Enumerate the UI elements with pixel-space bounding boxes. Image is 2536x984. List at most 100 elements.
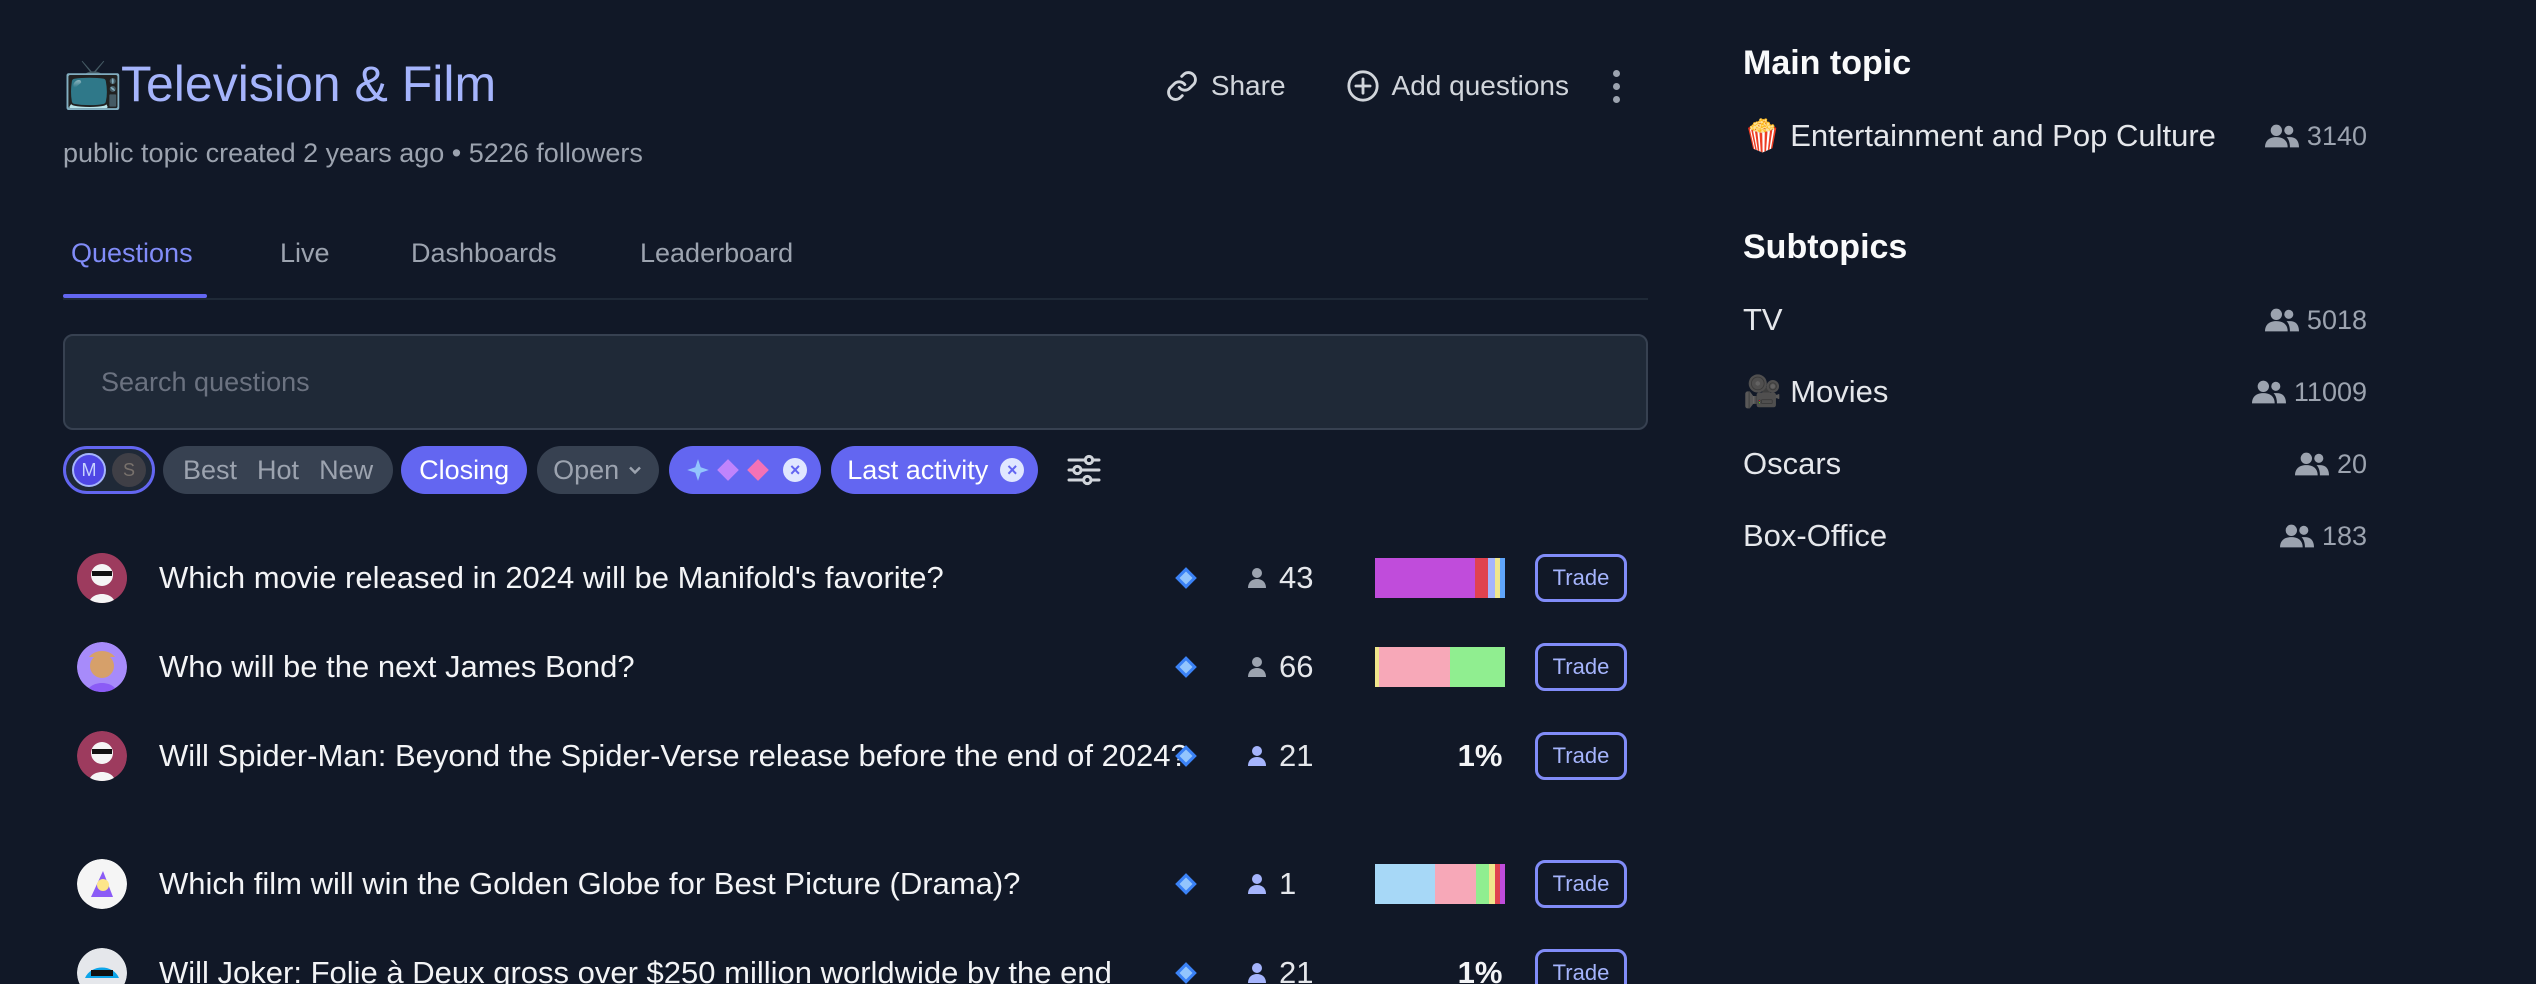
sort-closing[interactable]: Closing — [401, 446, 528, 494]
sidebar-item-tv[interactable]: TV 5018 — [1743, 296, 2367, 344]
probability-bar-segment — [1378, 647, 1451, 687]
person-icon — [1248, 746, 1266, 766]
search-input[interactable] — [99, 365, 1612, 399]
clear-contract-type-icon[interactable]: × — [783, 458, 808, 482]
last-activity-label: Last activity — [847, 454, 989, 485]
subtopic-label: Movies — [1790, 374, 1889, 409]
sparkle-icon — [687, 459, 710, 481]
main-topic-count: 3140 — [2306, 121, 2367, 151]
sort-group: Best Hot New — [163, 446, 394, 494]
probability-bar — [1375, 647, 1505, 687]
filter-settings-icon[interactable] — [1064, 450, 1104, 490]
topic-page: 📺 Television & Film Share Add questions — [0, 0, 2536, 984]
creator-avatar[interactable] — [77, 859, 127, 909]
more-options-icon[interactable] — [1613, 69, 1620, 103]
last-activity-chip[interactable]: Last activity × — [831, 446, 1039, 494]
trader-count: 43 — [1245, 554, 1313, 602]
subtopic-name: 🎥 Movies — [1743, 368, 1888, 416]
status-dropdown[interactable]: Open — [537, 446, 660, 494]
question-title[interactable]: Will Joker: Folie à Deux gross over $250… — [159, 949, 1199, 984]
subtopics-heading: Subtopics — [1743, 228, 1908, 266]
sort-new[interactable]: New — [309, 446, 383, 494]
sidebar-item-oscars[interactable]: Oscars 20 — [1743, 440, 2367, 488]
creator-avatar[interactable] — [77, 642, 127, 692]
question-title[interactable]: Which film will win the Golden Globe for… — [159, 860, 1199, 908]
multi-choice-icon — [717, 459, 740, 481]
topic-meta: public topic created 2 years ago • 5226 … — [63, 138, 643, 169]
subtopic-count: 11009 — [2293, 377, 2367, 407]
tab-bar: Questions Live Dashboards Leaderboard — [63, 230, 1648, 300]
add-questions-label: Add questions — [1391, 70, 1569, 101]
probability-value: 1% — [1457, 955, 1503, 984]
status-label: Open — [553, 454, 620, 485]
person-icon — [1248, 874, 1266, 894]
sidebar-item-box-office[interactable]: Box-Office 183 — [1743, 512, 2367, 560]
trader-count-value: 21 — [1279, 955, 1314, 984]
trade-button[interactable]: Trade — [1535, 643, 1627, 691]
question-title[interactable]: Who will be the next James Bond? — [159, 643, 1199, 691]
search-box — [63, 334, 1648, 430]
share-button[interactable]: Share — [1165, 69, 1286, 103]
question-title[interactable]: Will Spider-Man: Beyond the Spider-Verse… — [159, 732, 1199, 780]
tab-live[interactable]: Live — [280, 238, 330, 269]
trade-button[interactable]: Trade — [1535, 732, 1627, 780]
trader-count-value: 21 — [1279, 738, 1314, 773]
trader-count-value: 1 — [1279, 866, 1297, 901]
trade-button[interactable]: Trade — [1535, 949, 1627, 984]
users-icon — [2294, 452, 2329, 476]
subtopic-followers: 20 — [2294, 440, 2367, 488]
tab-dashboards[interactable]: Dashboards — [411, 238, 557, 269]
question-title[interactable]: Which movie released in 2024 will be Man… — [159, 554, 1199, 602]
poll-icon — [747, 459, 770, 481]
creator-avatar[interactable] — [77, 731, 127, 781]
person-icon — [1248, 568, 1266, 588]
main-topic-heading: Main topic — [1743, 44, 1912, 82]
probability-bar-segment — [1450, 647, 1505, 687]
trader-count: 66 — [1245, 643, 1313, 691]
sweepcash-avatar-icon: S — [112, 453, 146, 487]
contract-type-chip[interactable]: × — [669, 446, 822, 494]
trade-button[interactable]: Trade — [1535, 860, 1627, 908]
television-emoji-icon: 📺 — [63, 56, 123, 112]
creator-avatar[interactable] — [77, 553, 127, 603]
main-topic-name[interactable]: 🍿 Entertainment and Pop Culture — [1743, 112, 2216, 160]
mana-diamond-icon — [1175, 962, 1197, 984]
subtopic-name: TV — [1743, 302, 1783, 337]
sort-hot[interactable]: Hot — [247, 446, 309, 494]
subtopic-name: Box-Office — [1743, 518, 1888, 553]
header-actions: Share Add questions — [1105, 62, 1648, 110]
topic-meta-prefix: public topic created — [63, 138, 296, 168]
probability-bar-segment — [1499, 864, 1505, 904]
probability-bar — [1375, 864, 1505, 904]
market-type-toggle[interactable]: M S — [63, 446, 155, 494]
sidebar-item-movies[interactable]: 🎥 Movies 11009 — [1743, 368, 2367, 416]
clear-last-activity-icon[interactable]: × — [1000, 458, 1025, 482]
mana-diamond-icon — [1175, 873, 1197, 895]
users-icon — [2251, 380, 2286, 404]
add-questions-button[interactable]: Add questions — [1346, 69, 1569, 103]
creator-avatar[interactable] — [77, 948, 127, 984]
active-tab-indicator — [63, 294, 207, 298]
trader-count: 21 — [1245, 949, 1313, 984]
topic-followers: 5226 followers — [468, 138, 643, 168]
tab-questions[interactable]: Questions — [71, 238, 193, 269]
main-topic-item[interactable]: 🍿 Entertainment and Pop Culture 3140 — [1743, 112, 2367, 160]
subtopic-count: 20 — [2336, 449, 2367, 479]
topic-meta-separator: • — [451, 138, 462, 168]
tab-leaderboard[interactable]: Leaderboard — [640, 238, 793, 269]
trade-button[interactable]: Trade — [1535, 554, 1627, 602]
plus-circle-icon — [1346, 70, 1379, 102]
topic-created: 2 years ago — [303, 138, 445, 168]
probability-value: 1% — [1457, 738, 1503, 773]
subtopic-count: 5018 — [2306, 305, 2367, 335]
subtopic-count: 183 — [2321, 521, 2367, 551]
subtopic-followers: 11009 — [2251, 368, 2367, 416]
link-icon — [1166, 71, 1197, 101]
mana-diamond-icon — [1175, 745, 1197, 767]
main-topic-followers: 3140 — [2264, 112, 2367, 160]
person-icon — [1248, 963, 1266, 983]
users-icon — [2279, 524, 2314, 548]
movie-camera-emoji-icon: 🎥 — [1743, 374, 1782, 410]
sort-best[interactable]: Best — [173, 446, 247, 494]
probability-bar-segment — [1375, 558, 1476, 598]
